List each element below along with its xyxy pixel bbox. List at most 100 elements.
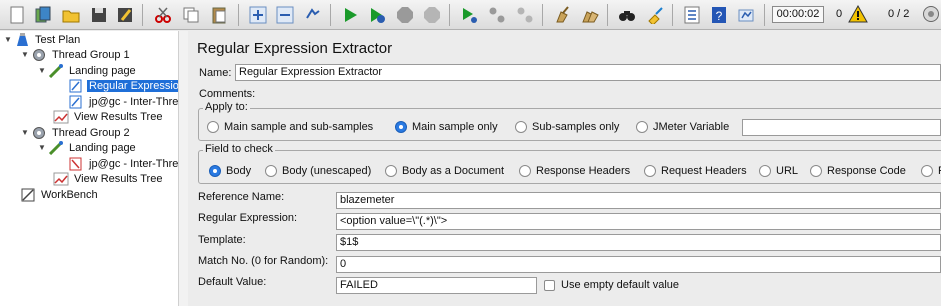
- reference-name-label: Reference Name:: [198, 191, 285, 203]
- reference-name-field[interactable]: blazemeter: [336, 192, 941, 209]
- radio-response-code[interactable]: Response Code: [810, 165, 906, 177]
- tree-scrollbar[interactable]: [178, 31, 188, 306]
- chevron-down-icon[interactable]: ▼: [38, 143, 48, 152]
- radio-response-message[interactable]: R: [921, 165, 941, 177]
- radio-button-icon: [519, 165, 531, 177]
- active-threads: 0 / 2: [888, 8, 910, 20]
- remote-status-icon: [923, 6, 939, 22]
- comments-label: Comments:: [199, 88, 256, 100]
- radio-request-headers[interactable]: Request Headers: [644, 165, 747, 177]
- radio-button-icon: [759, 165, 771, 177]
- test-plan-icon: [17, 32, 28, 46]
- radio-sub-only[interactable]: Sub-samples only: [515, 121, 619, 133]
- tree-node-thread-group-1[interactable]: ▼ Thread Group 1: [21, 47, 132, 62]
- checkbox-icon: [544, 279, 555, 291]
- use-empty-default-checkbox[interactable]: Use empty default value: [544, 279, 679, 291]
- expand-icon[interactable]: [247, 4, 269, 26]
- stop-icon[interactable]: [394, 4, 416, 26]
- search-icon[interactable]: [616, 4, 638, 26]
- paste-icon[interactable]: [208, 4, 230, 26]
- test-plan-tree: ▼ Test Plan ▼ Thread Group 1 ▼ Landing p…: [0, 31, 188, 306]
- new-icon[interactable]: [6, 4, 28, 26]
- remote-shutdown-icon[interactable]: [514, 4, 536, 26]
- radio-button-icon: [644, 165, 656, 177]
- radio-button-icon: [385, 165, 397, 177]
- match-no-label: Match No. (0 for Random):: [198, 255, 329, 267]
- clear-icon[interactable]: [551, 4, 573, 26]
- thread-group-icon: [33, 48, 45, 61]
- tree-node-regular-expression[interactable]: Regular Expression: [68, 78, 187, 93]
- default-value-field[interactable]: FAILED: [336, 277, 537, 294]
- tree-node-label: Thread Group 1: [52, 48, 130, 61]
- save-icon[interactable]: [88, 4, 110, 26]
- radio-response-headers[interactable]: Response Headers: [519, 165, 630, 177]
- chevron-down-icon[interactable]: ▼: [21, 50, 31, 59]
- remote-stop-icon[interactable]: [486, 4, 508, 26]
- copy-icon[interactable]: [180, 4, 202, 26]
- tree-node-view-results-tree-2[interactable]: View Results Tree: [53, 171, 164, 186]
- radio-button-selected-icon: [209, 165, 221, 177]
- tree-node-label: Regular Expression: [87, 79, 187, 92]
- collapse-icon[interactable]: [274, 4, 296, 26]
- chevron-down-icon[interactable]: ▼: [21, 128, 31, 137]
- start-icon[interactable]: [339, 4, 361, 26]
- tree-node-workbench[interactable]: WorkBench: [20, 187, 100, 202]
- radio-main-only[interactable]: Main sample only: [395, 121, 498, 133]
- remote-start-icon[interactable]: [458, 4, 480, 26]
- radio-button-icon: [636, 121, 648, 133]
- tree-node-landing-page-2[interactable]: ▼ Landing page: [38, 140, 138, 155]
- workbench-icon: [21, 188, 35, 201]
- chevron-down-icon[interactable]: ▼: [4, 35, 14, 44]
- regex-label: Regular Expression:: [198, 212, 298, 224]
- name-field[interactable]: Regular Expression Extractor: [235, 64, 941, 81]
- page-title: Regular Expression Extractor: [197, 40, 393, 57]
- reset-search-icon[interactable]: [644, 4, 666, 26]
- open-icon[interactable]: [60, 4, 82, 26]
- radio-body-as-document[interactable]: Body as a Document: [385, 165, 504, 177]
- tree-node-label: Landing page: [69, 64, 136, 77]
- tree-node-landing-page-1[interactable]: ▼ Landing page: [38, 63, 138, 78]
- template-label: Template:: [198, 234, 246, 246]
- radio-body[interactable]: Body: [209, 165, 251, 177]
- tree-node-label: Landing page: [69, 141, 136, 154]
- jmeter-variable-input[interactable]: [742, 119, 941, 136]
- apply-to-title: Apply to:: [203, 101, 250, 113]
- tree-node-inter-thread-2[interactable]: jp@gc - Inter-Thre: [68, 156, 180, 171]
- warning-icon[interactable]: [848, 5, 868, 23]
- listener-icon: [53, 172, 69, 185]
- radio-button-icon: [207, 121, 219, 133]
- radio-url[interactable]: URL: [759, 165, 798, 177]
- preprocessor-icon: [69, 157, 82, 170]
- function-helper-icon[interactable]: [681, 4, 703, 26]
- radio-button-icon: [265, 165, 277, 177]
- match-no-field[interactable]: 0: [336, 256, 941, 273]
- chevron-down-icon[interactable]: ▼: [38, 66, 48, 75]
- templates-icon[interactable]: [32, 4, 54, 26]
- toggle-icon[interactable]: [302, 4, 324, 26]
- cut-icon[interactable]: [152, 4, 174, 26]
- clear-all-icon[interactable]: [579, 4, 601, 26]
- sampler-icon: [48, 63, 63, 78]
- extractor-icon: [69, 79, 82, 92]
- radio-button-icon: [810, 165, 822, 177]
- tree-node-label: WorkBench: [41, 188, 98, 201]
- template-field[interactable]: $1$: [336, 234, 941, 251]
- tree-node-thread-group-2[interactable]: ▼ Thread Group 2: [21, 125, 132, 140]
- tree-node-inter-thread-1[interactable]: jp@gc - Inter-Thre: [68, 94, 180, 109]
- radio-jmeter-variable[interactable]: JMeter Variable: [636, 121, 729, 133]
- start-no-pauses-icon[interactable]: [366, 4, 388, 26]
- name-label: Name:: [199, 67, 232, 79]
- tree-node-view-results-tree-1[interactable]: View Results Tree: [53, 109, 164, 124]
- properties-icon[interactable]: [735, 4, 757, 26]
- radio-body-unescaped[interactable]: Body (unescaped): [265, 165, 371, 177]
- field-to-check-title: Field to check: [203, 143, 275, 155]
- help-icon[interactable]: ?: [708, 4, 730, 26]
- regex-field[interactable]: <option value=\"(.*)\">: [336, 213, 941, 230]
- tree-node-test-plan[interactable]: ▼ Test Plan: [4, 32, 82, 47]
- thread-group-icon: [33, 126, 45, 139]
- radio-main-and-sub[interactable]: Main sample and sub-samples: [207, 121, 373, 133]
- listener-icon: [53, 110, 69, 123]
- radio-button-icon: [515, 121, 527, 133]
- save-as-icon[interactable]: [114, 4, 136, 26]
- shutdown-icon[interactable]: [421, 4, 443, 26]
